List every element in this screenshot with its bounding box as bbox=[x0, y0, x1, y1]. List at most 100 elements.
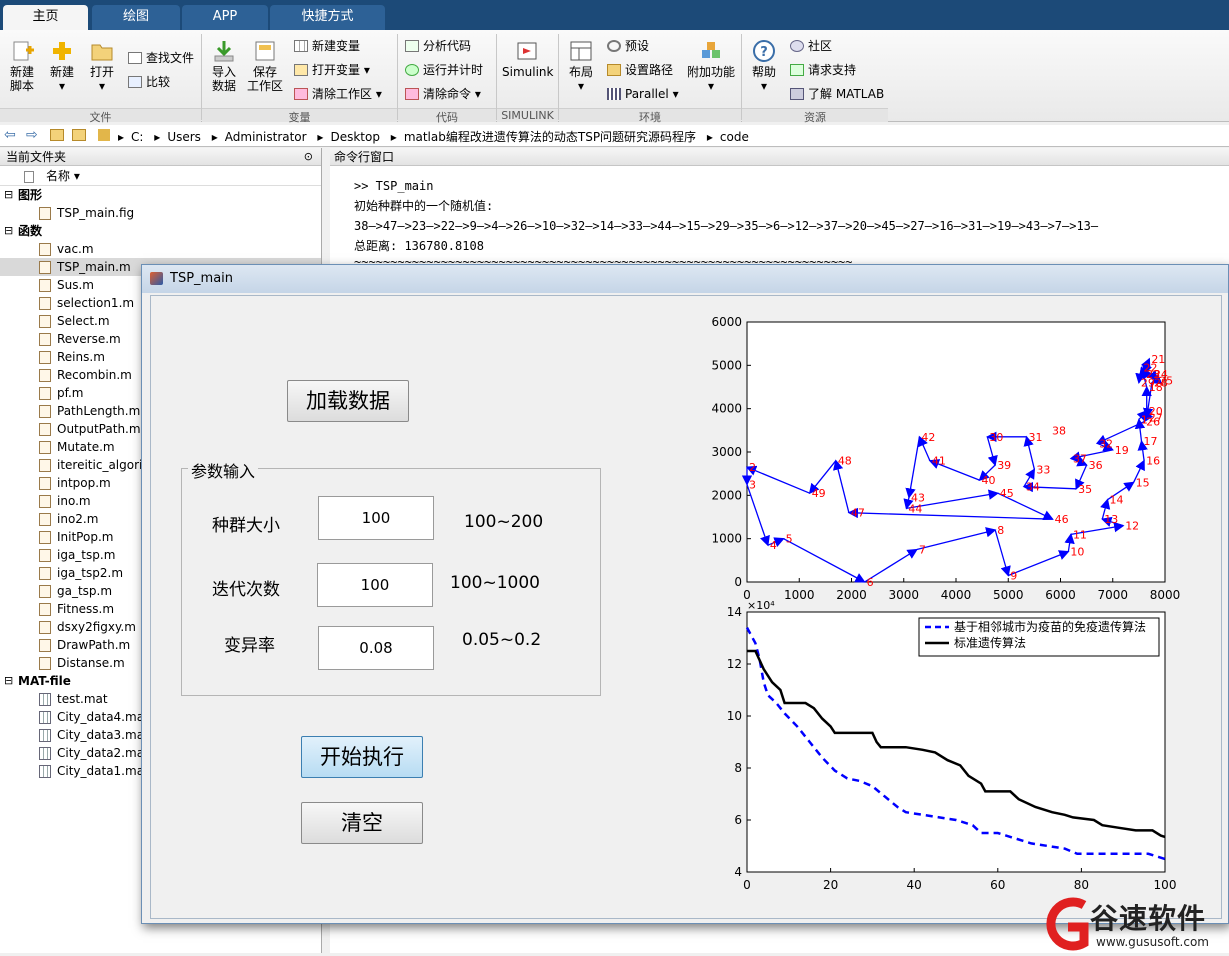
city-label: 36 bbox=[1089, 459, 1103, 472]
import-data-button[interactable]: 导入 数据 bbox=[206, 40, 242, 93]
open-variable-icon bbox=[294, 64, 308, 76]
clear-workspace-button[interactable]: 清除工作区 ▾ bbox=[294, 86, 382, 102]
new-variable-button[interactable]: 新建变量 bbox=[294, 38, 360, 54]
mat-file-icon bbox=[39, 711, 51, 724]
set-path-button[interactable]: 设置路径 bbox=[607, 62, 673, 78]
file-name: intpop.m bbox=[57, 476, 111, 490]
mutation-rate-label: 变异率 bbox=[224, 636, 275, 656]
community-button[interactable]: 社区 bbox=[790, 38, 832, 54]
open-variable-label: 打开变量 bbox=[312, 63, 361, 77]
city-label: 3 bbox=[749, 479, 756, 492]
analyze-code-icon bbox=[405, 40, 419, 52]
city-label: 47 bbox=[851, 507, 865, 520]
breadcrumb-item[interactable]: matlab编程改进遗传算法的动态TSP问题研究源码程序 bbox=[404, 130, 696, 144]
breadcrumb-item[interactable]: Desktop bbox=[330, 130, 380, 144]
legend-label: 基于相邻城市为疫苗的免疫遗传算法 bbox=[954, 619, 1146, 634]
city-label: 12 bbox=[1125, 520, 1139, 533]
iterations-input[interactable]: 100 bbox=[317, 563, 433, 607]
breadcrumb-item[interactable]: Administrator bbox=[225, 130, 307, 144]
city-label: 46 bbox=[1055, 513, 1069, 526]
section-functions[interactable]: 函数 bbox=[0, 222, 321, 240]
learn-matlab-icon bbox=[790, 88, 804, 100]
clear-commands-label: 清除命令 bbox=[423, 87, 472, 101]
open-variable-button[interactable]: 打开变量 ▾ bbox=[294, 62, 370, 78]
preferences-button[interactable]: 预设 bbox=[607, 38, 649, 54]
parallel-label: Parallel bbox=[625, 87, 669, 101]
iterations-range: 100~1000 bbox=[450, 573, 540, 593]
tab-home[interactable]: 主页 bbox=[3, 5, 88, 30]
file-item[interactable]: TSP_main.fig bbox=[0, 204, 321, 222]
city-label: 29 bbox=[1141, 377, 1155, 390]
city-label: 11 bbox=[1073, 528, 1087, 541]
compare-icon bbox=[128, 76, 142, 88]
add-ons-label: 附加功能 bbox=[686, 65, 735, 79]
m-file-icon bbox=[39, 279, 51, 292]
file-item[interactable]: vac.m bbox=[0, 240, 321, 258]
add-ons-button[interactable]: 附加功能 ▾ bbox=[686, 40, 736, 93]
mutation-rate-input[interactable]: 0.08 bbox=[318, 626, 434, 670]
simulink-button[interactable]: Simulink bbox=[502, 40, 553, 79]
population-size-input[interactable]: 100 bbox=[318, 496, 434, 540]
y-tick-label: 12 bbox=[727, 657, 742, 671]
group-label-file: 文件 bbox=[0, 108, 201, 124]
request-support-button[interactable]: 请求支持 bbox=[790, 62, 856, 78]
compare-button[interactable]: 比较 bbox=[128, 74, 170, 90]
group-label-code: 代码 bbox=[398, 108, 496, 124]
command-output: >> TSP_main 初始种群中的一个随机值: 38—>47—>23—>22—… bbox=[354, 176, 1098, 268]
y-tick-label: 14 bbox=[727, 605, 742, 619]
clear-commands-button[interactable]: 清除命令 ▾ bbox=[405, 86, 481, 102]
watermark-brand: 谷速软件 bbox=[1090, 902, 1207, 935]
m-file-icon bbox=[39, 513, 51, 526]
file-name: Reins.m bbox=[57, 350, 105, 364]
simulink-icon bbox=[515, 40, 539, 62]
analyze-code-button[interactable]: 分析代码 bbox=[405, 38, 471, 54]
learn-matlab-label: 了解 MATLAB bbox=[808, 87, 885, 101]
tab-plots[interactable]: 绘图 bbox=[92, 5, 180, 30]
file-name: City_data2.mat bbox=[57, 746, 149, 760]
file-name: iga_tsp.m bbox=[57, 548, 116, 562]
city-label: 4 bbox=[770, 539, 777, 552]
tab-apps[interactable]: APP bbox=[182, 5, 268, 30]
m-file-icon bbox=[39, 405, 51, 418]
forward-arrow-icon[interactable]: ⇨ bbox=[26, 127, 38, 143]
m-file-icon bbox=[39, 261, 51, 274]
breadcrumb-item[interactable]: code bbox=[720, 130, 749, 144]
new-script-button[interactable]: 新建 脚本 bbox=[4, 40, 40, 93]
breadcrumb-item[interactable]: C: bbox=[131, 130, 143, 144]
column-header-name[interactable]: 名称 ▾ bbox=[0, 166, 321, 186]
x-tick-label: 100 bbox=[1154, 878, 1177, 892]
save-workspace-button[interactable]: 保存 工作区 bbox=[244, 40, 286, 93]
city-label: 42 bbox=[921, 431, 935, 444]
parameter-group: 参数输入 种群大小 100 100~200 迭代次数 100 100~1000 … bbox=[181, 458, 601, 696]
help-button[interactable]: ? 帮助 ▾ bbox=[746, 40, 782, 93]
convergence-chart: ×10⁴ 0 20 40 60 80 100 4 6 8 10 12 14 基于相邻城市为疫苗的免疫遗传算… bbox=[727, 599, 1177, 892]
breadcrumb-separator: ▸ bbox=[118, 130, 125, 144]
group-label-environment: 环境 bbox=[559, 108, 741, 124]
file-name: ga_tsp.m bbox=[57, 584, 113, 598]
section-figures[interactable]: 图形 bbox=[0, 186, 321, 204]
city-label: 15 bbox=[1136, 476, 1150, 489]
m-file-icon bbox=[39, 459, 51, 472]
figure-canvas: 加载数据 参数输入 种群大小 100 100~200 迭代次数 100 100~… bbox=[150, 295, 1222, 919]
panel-menu-icon[interactable]: ⊙ bbox=[304, 148, 313, 166]
run-and-time-button[interactable]: 运行并计时 bbox=[405, 62, 483, 78]
parallel-button[interactable]: Parallel ▾ bbox=[607, 86, 679, 102]
new-button[interactable]: 新建 ▾ bbox=[44, 40, 80, 93]
back-arrow-icon[interactable]: ⇦ bbox=[4, 127, 16, 143]
x-tick-label: 20 bbox=[823, 878, 838, 892]
layout-button[interactable]: 布局 ▾ bbox=[563, 40, 599, 93]
open-button[interactable]: 打开 ▾ bbox=[84, 40, 120, 93]
load-data-button[interactable]: 加载数据 bbox=[287, 380, 409, 422]
y-tick-label: 6000 bbox=[711, 315, 742, 329]
learn-matlab-button[interactable]: 了解 MATLAB bbox=[790, 86, 884, 102]
file-name: dsxy2figxy.m bbox=[57, 620, 136, 634]
breadcrumb-item[interactable]: Users bbox=[167, 130, 201, 144]
browse-folder-icon[interactable] bbox=[72, 129, 86, 141]
start-run-button[interactable]: 开始执行 bbox=[301, 736, 423, 778]
clear-button[interactable]: 清空 bbox=[301, 802, 423, 844]
run-and-time-icon bbox=[405, 64, 419, 76]
tab-shortcuts[interactable]: 快捷方式 bbox=[270, 5, 385, 30]
up-folder-icon[interactable] bbox=[50, 129, 64, 141]
m-file-icon bbox=[39, 423, 51, 436]
find-files-button[interactable]: 查找文件 bbox=[128, 50, 194, 66]
